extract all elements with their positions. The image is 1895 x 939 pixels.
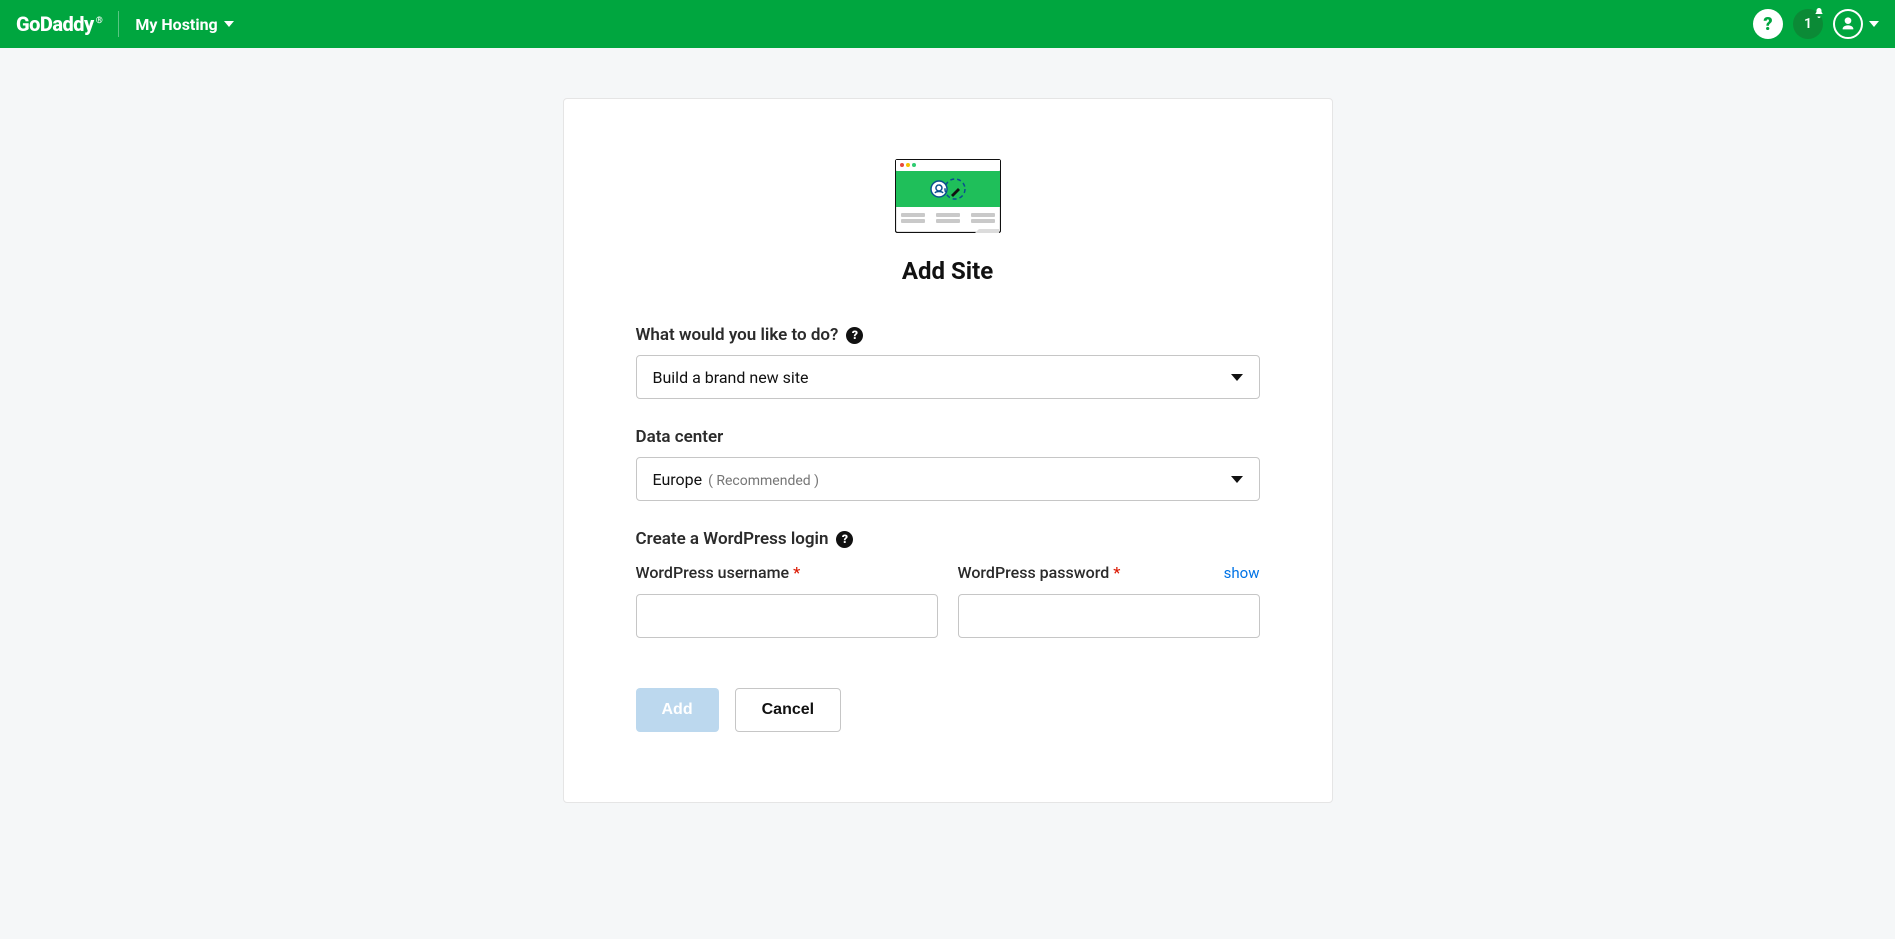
show-password-link[interactable]: show xyxy=(1224,564,1260,582)
chevron-down-icon xyxy=(1231,476,1243,483)
page-title: Add Site xyxy=(636,257,1260,285)
avatar-icon xyxy=(1833,9,1863,39)
add-button[interactable]: Add xyxy=(636,688,719,732)
account-menu[interactable] xyxy=(1833,9,1879,39)
help-button[interactable]: ? xyxy=(1753,9,1783,39)
notifications-button[interactable]: 1 xyxy=(1793,9,1823,39)
nav-my-hosting[interactable]: My Hosting xyxy=(125,9,243,40)
action-label: What would you like to do? xyxy=(636,325,839,345)
logo-text: GoDaddy xyxy=(16,12,94,36)
nav-my-hosting-label: My Hosting xyxy=(135,15,217,34)
divider xyxy=(118,11,119,37)
cancel-button[interactable]: Cancel xyxy=(735,688,841,732)
password-input[interactable] xyxy=(958,594,1260,638)
logo[interactable]: GoDaddy ® xyxy=(16,12,116,36)
password-label: WordPress password* xyxy=(958,563,1121,582)
site-illustration-icon xyxy=(895,159,1001,233)
datacenter-select[interactable]: Europe ( Recommended ) xyxy=(636,457,1260,501)
help-icon: ? xyxy=(1763,14,1772,35)
login-section-label: Create a WordPress login xyxy=(636,529,829,549)
datacenter-select-value: Europe ( Recommended ) xyxy=(653,470,820,489)
datacenter-label: Data center xyxy=(636,427,724,447)
action-select[interactable]: Build a brand new site xyxy=(636,355,1260,399)
username-input[interactable] xyxy=(636,594,938,638)
notification-count: 1 xyxy=(1804,16,1812,32)
add-site-card: Add Site What would you like to do? ? Bu… xyxy=(563,98,1333,803)
topbar-right: ? 1 xyxy=(1753,9,1879,39)
chevron-down-icon xyxy=(1869,21,1879,27)
logo-registered: ® xyxy=(96,16,103,26)
username-label: WordPress username* xyxy=(636,563,938,582)
chevron-down-icon xyxy=(224,21,234,27)
chevron-down-icon xyxy=(1231,374,1243,381)
topbar: GoDaddy ® My Hosting ? 1 xyxy=(0,0,1895,48)
bell-icon xyxy=(1813,7,1825,19)
help-icon[interactable]: ? xyxy=(836,531,853,548)
action-select-value: Build a brand new site xyxy=(653,368,809,387)
help-icon[interactable]: ? xyxy=(846,327,863,344)
